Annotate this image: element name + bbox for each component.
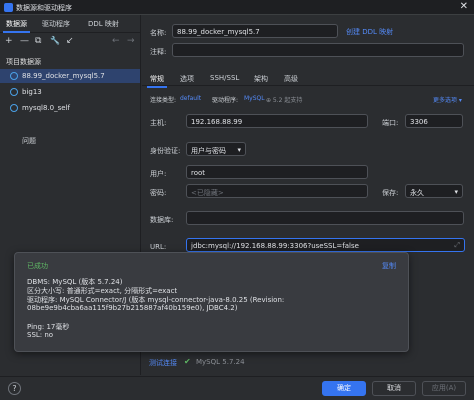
datasource-label: mysql8.0_self <box>22 104 70 112</box>
url-label: URL: <box>150 243 167 251</box>
name-input[interactable]: 88.99_docker_mysql5.7 <box>172 24 338 38</box>
host-label: 主机: <box>150 119 167 127</box>
port-label: 端口: <box>382 119 399 127</box>
left-toolbar: + — ⧉ 🔧 ↙ ← → <box>0 34 141 50</box>
back-icon[interactable]: ← <box>112 36 120 46</box>
database-label: 数据库: <box>150 216 174 224</box>
forward-icon[interactable]: → <box>127 36 135 46</box>
datasource-item[interactable]: 88.99_docker_mysql5.7 <box>0 69 140 83</box>
comment-input[interactable] <box>172 43 464 57</box>
tab-ddl-mapping[interactable]: DDL 映射 <box>88 19 119 29</box>
save-mode-select[interactable]: 永久 ▾ <box>405 184 463 198</box>
title-bar: 数据源和驱动程序 ✕ <box>0 0 474 15</box>
wrench-icon[interactable]: 🔧 <box>50 36 60 45</box>
popup-revision-line: 08be9e9b4cba6aa115f9b27b215887af40b159e0… <box>27 304 238 312</box>
more-options-link[interactable]: 更多选项 ▾ <box>433 95 462 104</box>
left-tabs: 数据源 驱动程序 DDL 映射 <box>0 15 141 33</box>
tab-general[interactable]: 常规 <box>147 74 167 88</box>
create-ddl-link[interactable]: 创建 DDL 映射 <box>346 27 393 37</box>
datasource-item[interactable]: mysql8.0_self <box>0 101 140 115</box>
success-status: 已成功 <box>27 262 48 270</box>
section-project-data-sources: 项目数据源 <box>6 58 41 66</box>
chevron-down-icon: ▾ <box>237 146 241 154</box>
close-icon[interactable]: ✕ <box>460 1 468 12</box>
password-label: 密码: <box>150 189 167 197</box>
tab-advanced[interactable]: 高级 <box>284 74 298 84</box>
datasource-label: big13 <box>22 88 42 96</box>
url-input[interactable]: jdbc:mysql://192.168.88.99:3306?useSSL=f… <box>186 238 465 252</box>
test-connection-link[interactable]: 测试连接 <box>149 358 177 368</box>
copy-link[interactable]: 复制 <box>382 261 396 271</box>
datasource-label: 88.99_docker_mysql5.7 <box>22 72 105 80</box>
help-icon[interactable]: ? <box>8 382 21 395</box>
window-title: 数据源和驱动程序 <box>16 4 72 12</box>
dialog-footer: ? 确定 取消 应用(A) <box>0 376 474 400</box>
chevron-down-icon: ▾ <box>454 188 458 196</box>
connection-type-value[interactable]: default <box>180 95 201 102</box>
url-value: jdbc:mysql://192.168.88.99:3306?useSSL=f… <box>191 242 359 250</box>
test-result-text: MySQL 5.7.24 <box>196 358 245 366</box>
save-mode-value: 永久 <box>410 189 424 197</box>
import-icon[interactable]: ↙ <box>66 36 74 46</box>
apply-button[interactable]: 应用(A) <box>422 381 466 396</box>
password-input[interactable]: <已隐藏> <box>186 184 368 198</box>
tab-data-sources[interactable]: 数据源 <box>3 19 30 33</box>
connection-success-popup: 已成功 复制 DBMS: MySQL (版本 5.7.24) 区分大小写: 普通… <box>14 252 409 352</box>
user-label: 用户: <box>150 170 167 178</box>
database-input[interactable] <box>186 211 464 225</box>
problems-item[interactable]: 问题 <box>22 136 36 146</box>
expand-icon[interactable]: ⤢ <box>454 241 460 250</box>
duplicate-icon[interactable]: ⧉ <box>35 36 41 46</box>
host-input[interactable]: 192.168.88.99 <box>186 114 368 128</box>
comment-label: 注释: <box>150 48 167 56</box>
driver-value[interactable]: MySQL <box>244 95 265 102</box>
database-icon <box>10 88 18 96</box>
popup-ssl-line: SSL: no <box>27 331 54 339</box>
tab-options[interactable]: 选项 <box>180 74 194 84</box>
driver-label: 驱动程序: <box>212 97 239 104</box>
user-input[interactable]: root <box>186 165 368 179</box>
add-icon[interactable]: + <box>5 36 13 46</box>
name-label: 名称: <box>150 29 167 37</box>
connection-type-label: 连接类型: <box>150 97 177 104</box>
database-icon <box>10 104 18 112</box>
cancel-button[interactable]: 取消 <box>372 381 416 396</box>
app-logo-icon <box>4 3 13 12</box>
datasource-item[interactable]: big13 <box>0 85 140 99</box>
save-label: 保存: <box>382 189 399 197</box>
auth-select-value: 用户与密码 <box>191 147 226 155</box>
tab-ssh-ssl[interactable]: SSH/SSL <box>210 74 239 82</box>
tab-schemas[interactable]: 架构 <box>254 74 268 84</box>
database-icon <box>10 72 18 80</box>
auth-select[interactable]: 用户与密码 ▾ <box>186 142 246 156</box>
check-icon: ✔ <box>184 357 191 366</box>
driver-support-note: ⊕ 5.2 起支持 <box>266 97 303 104</box>
tab-drivers[interactable]: 驱动程序 <box>42 19 70 29</box>
settings-tabs: 常规 选项 SSH/SSL 架构 高级 <box>142 71 474 88</box>
port-input[interactable]: 3306 <box>405 114 463 128</box>
remove-icon[interactable]: — <box>20 36 29 46</box>
auth-label: 身份验证: <box>150 147 181 155</box>
ok-button[interactable]: 确定 <box>322 381 366 396</box>
